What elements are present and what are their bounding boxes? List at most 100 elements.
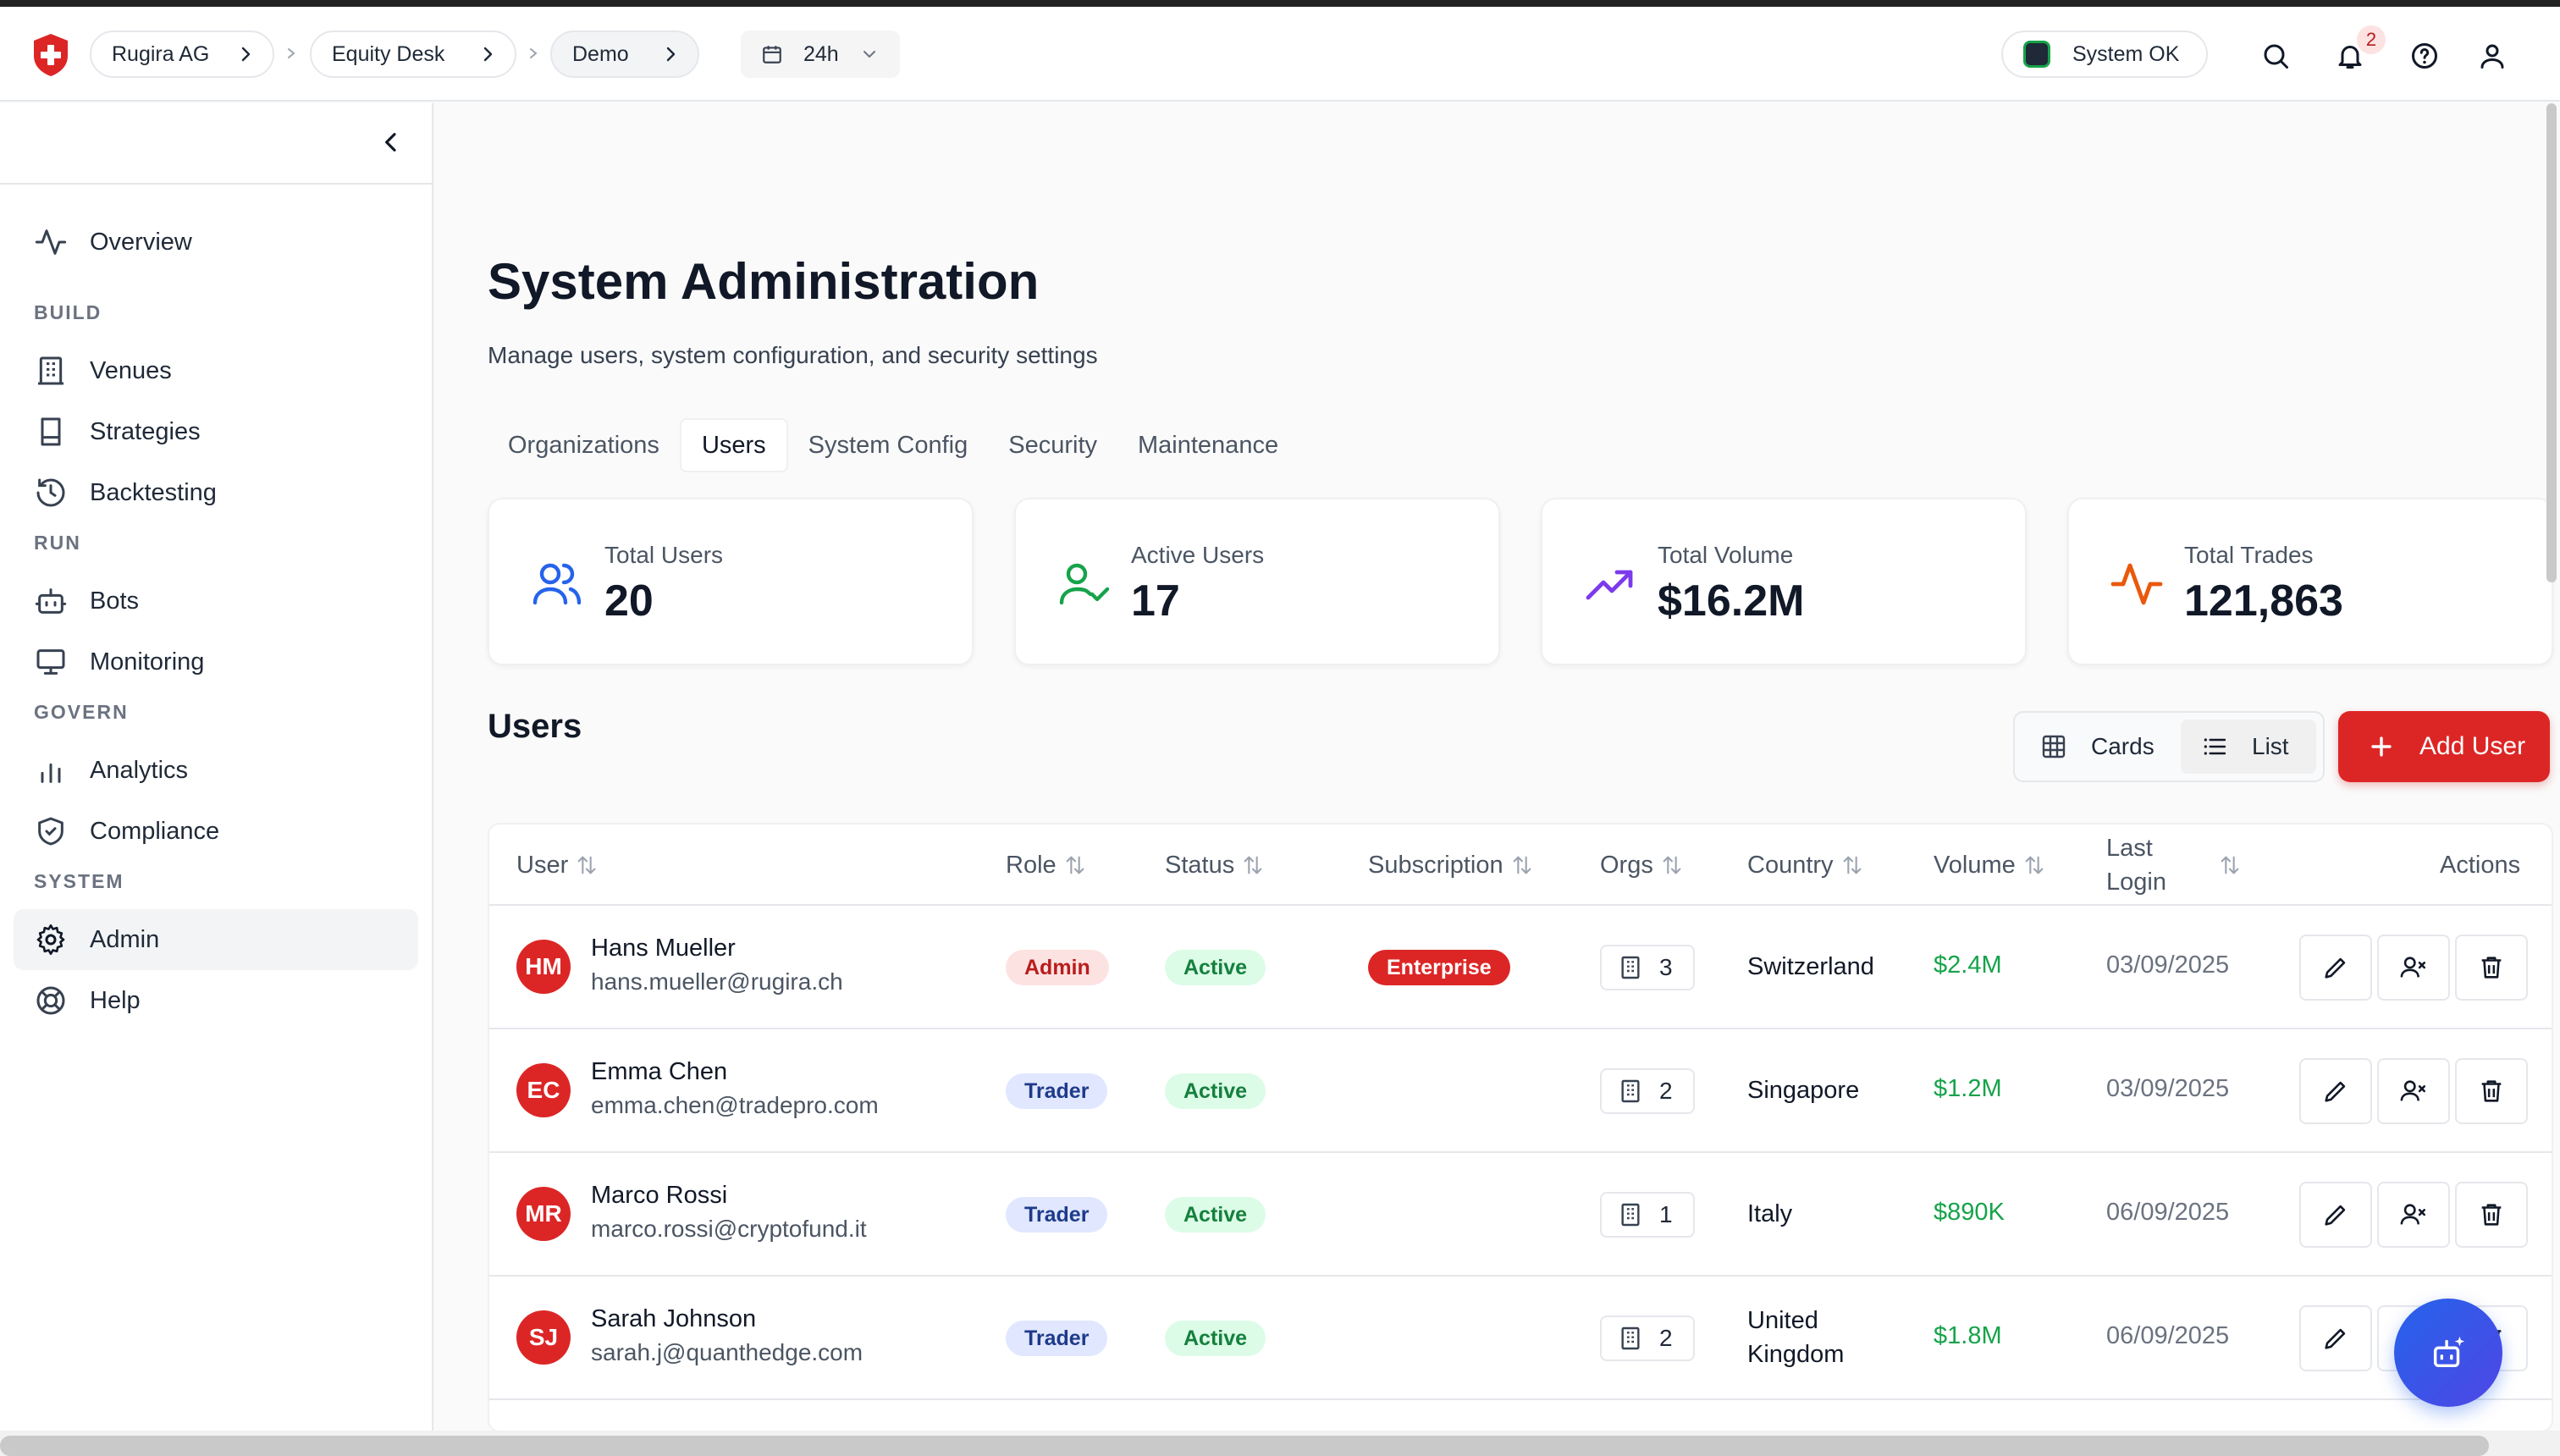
breadcrumb-org[interactable]: Rugira AG (90, 30, 274, 78)
sort-icon (1066, 856, 1084, 874)
stat-value: 20 (604, 576, 654, 626)
monitor-icon (36, 649, 65, 675)
column-header-label: Country (1747, 851, 1834, 879)
column-header-volume[interactable]: Volume (1934, 825, 2046, 906)
status-badge: Active (1165, 1073, 1266, 1109)
tab-organizations[interactable]: Organizations (488, 418, 680, 472)
column-header-subscription[interactable]: Subscription (1368, 825, 1534, 906)
column-header-status[interactable]: Status (1165, 825, 1265, 906)
sidebar-item-bots[interactable]: Bots (14, 571, 418, 631)
last-login: 03/09/2025 (2106, 1075, 2230, 1102)
table-row[interactable]: EC Emma Chen emma.chen@tradepro.com Trad… (489, 1029, 2552, 1153)
sidebar-section-build: BUILD (34, 301, 102, 323)
table-row[interactable]: HM Hans Mueller hans.mueller@rugira.ch A… (489, 906, 2552, 1029)
breadcrumb-desk[interactable]: Equity Desk (310, 30, 516, 78)
orgs-count[interactable]: 1 (1600, 1192, 1695, 1238)
sidebar: Overview BUILD Venues Strategies Backtes… (0, 103, 433, 1456)
assistant-fab-button[interactable] (2394, 1299, 2502, 1407)
system-status-pill[interactable]: System OK (2001, 30, 2208, 78)
help-circle-icon[interactable] (2409, 41, 2440, 71)
sidebar-item-overview[interactable]: Overview (14, 212, 418, 273)
time-range-selector[interactable]: 24h (741, 30, 900, 78)
shield-logo-icon[interactable] (30, 32, 71, 78)
grid-icon (2042, 735, 2066, 758)
chevron-right-icon (241, 47, 251, 62)
sidebar-item-strategies[interactable]: Strategies (14, 401, 418, 462)
trash-icon (2481, 1080, 2502, 1102)
volume: $1.8M (1934, 1322, 2002, 1349)
table-header: User Role Status Subscription Orgs Count… (489, 825, 2552, 906)
tab-security[interactable]: Security (988, 418, 1117, 472)
volume: $890K (1934, 1199, 2005, 1226)
horizontal-scrollbar-thumb[interactable] (0, 1436, 2489, 1456)
tab-users[interactable]: Users (679, 418, 788, 472)
vertical-scrollbar-thumb[interactable] (2546, 103, 2557, 582)
orgs-count-value: 3 (1659, 954, 1673, 980)
role-badge: Trader (1006, 1073, 1108, 1109)
edit-button[interactable] (2299, 935, 2372, 1001)
orgs-count-value: 1 (1659, 1201, 1673, 1227)
vertical-scrollbar[interactable] (2543, 103, 2560, 584)
stat-card-active-users: Active Users 17 (1014, 498, 1500, 665)
bot-sparkle-icon (2433, 1336, 2465, 1368)
bar-chart-icon (41, 763, 61, 783)
orgs-count-value: 2 (1659, 1325, 1673, 1351)
country-line2: Kingdom (1747, 1341, 1845, 1368)
country-line1: United (1747, 1307, 1818, 1334)
breadcrumb-env[interactable]: Demo (550, 30, 699, 78)
column-header-last-login[interactable]: Last Login (2106, 825, 2242, 906)
view-cards-button[interactable]: Cards (2020, 720, 2174, 774)
column-header-label: Volume (1934, 851, 2016, 879)
tab-maintenance[interactable]: Maintenance (1117, 418, 1299, 472)
add-user-button[interactable]: Add User (2338, 711, 2550, 782)
table-row[interactable]: SJ Sarah Johnson sarah.j@quanthedge.com … (489, 1277, 2552, 1400)
user-name: Sarah Johnson (591, 1305, 757, 1332)
status-badge: Active (1165, 950, 1266, 985)
plus-icon (2371, 736, 2392, 757)
search-icon[interactable] (2260, 41, 2291, 71)
tab-system-config[interactable]: System Config (788, 418, 989, 472)
sidebar-item-label: Strategies (90, 417, 201, 445)
sidebar-item-monitoring[interactable]: Monitoring (14, 631, 418, 692)
orgs-count[interactable]: 2 (1600, 1068, 1695, 1114)
stat-card-total-volume: Total Volume $16.2M (1541, 498, 2027, 665)
status-badge: Active (1165, 1321, 1266, 1356)
shield-check-icon (38, 817, 63, 846)
column-header-label: Role (1006, 851, 1057, 879)
view-list-button[interactable]: List (2181, 720, 2316, 774)
delete-button[interactable] (2455, 1058, 2528, 1124)
sidebar-item-venues[interactable]: Venues (14, 340, 418, 401)
breadcrumb-env-label: Demo (572, 41, 629, 66)
collapse-sidebar-icon[interactable] (378, 129, 405, 156)
table-row[interactable]: MR Marco Rossi marco.rossi@cryptofund.it… (489, 1153, 2552, 1277)
avatar: SJ (516, 1310, 571, 1365)
orgs-count[interactable]: 2 (1600, 1315, 1695, 1361)
stat-label: Total Users (604, 542, 724, 568)
orgs-count[interactable]: 3 (1600, 945, 1695, 990)
remove-user-button[interactable] (2377, 1182, 2450, 1248)
edit-button[interactable] (2299, 1058, 2372, 1124)
delete-button[interactable] (2455, 1182, 2528, 1248)
column-header-label-line2: Login (2106, 869, 2166, 896)
trending-up-icon (1586, 570, 1633, 600)
sidebar-item-backtesting[interactable]: Backtesting (14, 462, 418, 523)
column-header-country[interactable]: Country (1747, 825, 1864, 906)
sort-icon (1663, 856, 1681, 874)
column-header-role[interactable]: Role (1006, 825, 1087, 906)
user-profile-icon[interactable] (2477, 41, 2508, 71)
delete-button[interactable] (2455, 935, 2528, 1001)
remove-user-button[interactable] (2377, 935, 2450, 1001)
sidebar-item-compliance[interactable]: Compliance (14, 801, 418, 862)
sidebar-item-analytics[interactable]: Analytics (14, 740, 418, 801)
column-header-orgs[interactable]: Orgs (1600, 825, 1684, 906)
sidebar-item-admin[interactable]: Admin (14, 909, 418, 970)
remove-user-button[interactable] (2377, 1058, 2450, 1124)
country: United Kingdom (1747, 1304, 1844, 1371)
column-header-user[interactable]: User (516, 825, 599, 906)
edit-button[interactable] (2299, 1305, 2372, 1371)
bot-icon (35, 588, 67, 614)
role-badge: Admin (1006, 950, 1109, 985)
sidebar-item-help[interactable]: Help (14, 970, 418, 1031)
horizontal-scrollbar[interactable] (0, 1431, 2560, 1456)
edit-button[interactable] (2299, 1182, 2372, 1248)
